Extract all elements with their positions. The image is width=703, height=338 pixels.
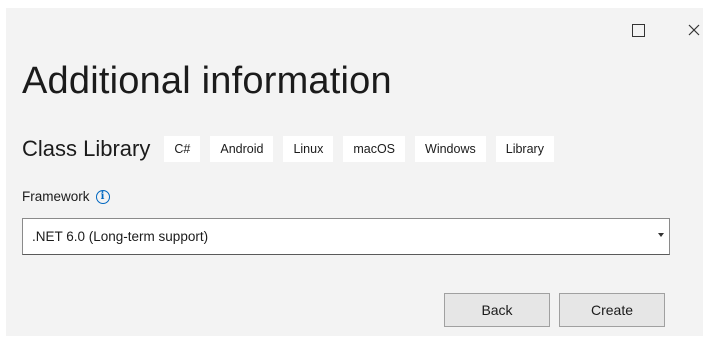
create-button[interactable]: Create	[559, 293, 665, 327]
chevron-down-icon	[658, 233, 664, 237]
maximize-icon	[631, 23, 645, 37]
framework-select[interactable]: .NET 6.0 (Long-term support)	[22, 218, 670, 255]
maximize-button[interactable]	[618, 16, 658, 44]
project-template-name: Class Library	[22, 136, 151, 161]
close-button[interactable]	[674, 16, 703, 44]
tag-language: C#	[164, 136, 201, 162]
tag-platform-macos: macOS	[343, 136, 406, 162]
tag-platform-linux: Linux	[283, 136, 334, 162]
framework-label-row: Framework i	[22, 189, 110, 204]
dialog: Additional information Class Library C# …	[6, 8, 703, 336]
back-button[interactable]: Back	[444, 293, 550, 327]
page-title: Additional information	[22, 60, 392, 102]
tag-platform-windows: Windows	[415, 136, 486, 162]
tag-platform-android: Android	[210, 136, 274, 162]
project-summary: Class Library C# Android Linux macOS Win…	[22, 136, 564, 162]
framework-label: Framework	[22, 189, 90, 204]
framework-selected-value: .NET 6.0 (Long-term support)	[32, 229, 209, 244]
tag-project-type: Library	[495, 136, 554, 162]
close-icon	[688, 24, 700, 36]
info-icon[interactable]: i	[95, 189, 110, 204]
